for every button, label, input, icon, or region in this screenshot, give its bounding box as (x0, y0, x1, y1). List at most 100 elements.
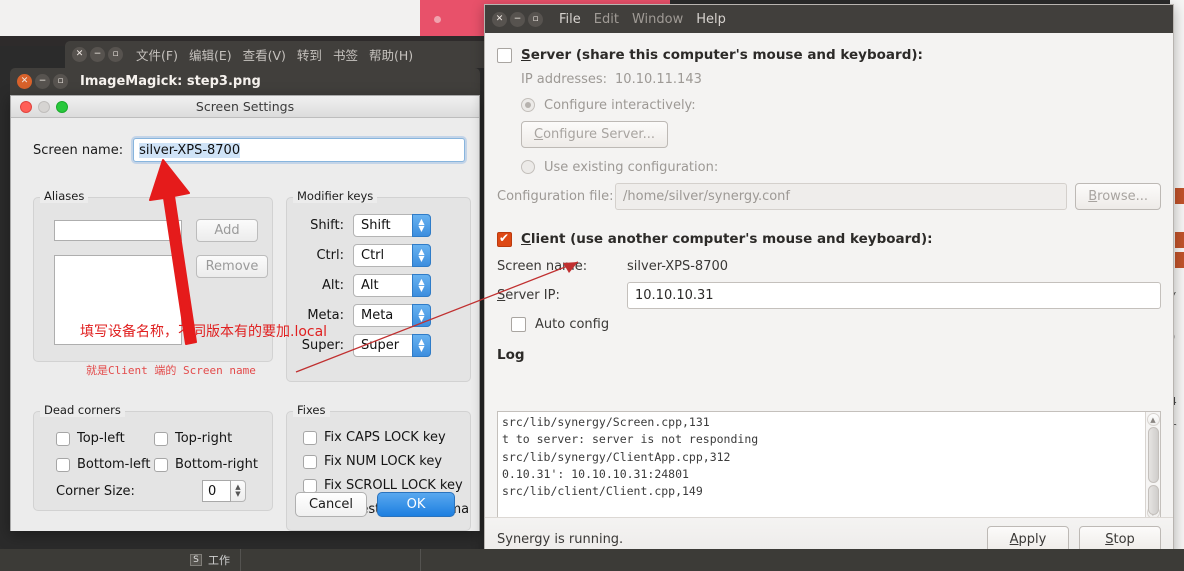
annotation-note-main: 填写设备名称，不同版本有的要加.local (80, 324, 328, 340)
browse-button[interactable]: Browse... (1075, 182, 1161, 210)
configure-server-row: Configure Server... (497, 121, 1161, 148)
maximize-icon[interactable]: ▫ (108, 47, 123, 62)
menu-item-bookmarks[interactable]: 书签 (333, 45, 358, 64)
corner-size-value[interactable]: 0 (202, 480, 231, 502)
checkbox-label: Fix SCROLL LOCK key (324, 478, 463, 493)
checkbox-box[interactable] (154, 457, 168, 472)
minimize-icon[interactable]: − (510, 11, 525, 27)
scroll-thumb-upper[interactable] (1147, 427, 1159, 483)
menu-item-edit[interactable]: Edit (594, 12, 619, 27)
menu-item-help[interactable]: 帮助(H) (369, 45, 413, 64)
close-icon[interactable]: ✕ (17, 74, 32, 89)
synergy-menubar[interactable]: File Edit Window Help (559, 12, 726, 27)
file-manager-titlebar[interactable]: ✕ − ▫ 文件(F) 编辑(E) 查看(V) 转到 书签 帮助(H) (65, 41, 490, 68)
chevron-updown-icon[interactable]: ▲ ▼ (412, 243, 431, 267)
menu-item-help[interactable]: Help (696, 12, 726, 27)
file-manager-menubar[interactable]: 文件(F) 编辑(E) 查看(V) 转到 书签 帮助(H) (136, 45, 413, 64)
client-checkbox-row[interactable]: Client (use another computer's mouse and… (497, 225, 1161, 253)
corner-size-stepper[interactable]: 0 ▲ ▼ (202, 480, 246, 502)
synergy-titlebar[interactable]: ✕ − ▫ File Edit Window Help (485, 5, 1173, 33)
maximize-icon[interactable]: ▫ (528, 11, 543, 27)
chevron-updown-icon[interactable]: ▲ ▼ (412, 213, 431, 237)
modifier-select-ctrl[interactable]: Ctrl ▲ ▼ (353, 243, 431, 267)
checkbox-fix-caps-lock[interactable]: Fix CAPS LOCK key (303, 430, 446, 445)
modifier-select-alt[interactable]: Alt ▲ ▼ (353, 273, 431, 297)
checkbox-box[interactable] (154, 431, 168, 446)
close-icon[interactable]: ✕ (492, 11, 507, 27)
checkbox-label: Top-left (77, 431, 125, 446)
menu-item-go[interactable]: 转到 (297, 45, 322, 64)
checkbox-box[interactable] (303, 454, 317, 469)
ip-addresses-label: IP addresses: (521, 72, 608, 87)
scroll-thumb[interactable] (1147, 485, 1159, 515)
remove-alias-button[interactable]: Remove (196, 255, 268, 278)
taskbar[interactable]: S 工作 (0, 549, 1184, 571)
auto-config-row[interactable]: Auto config (497, 311, 1161, 337)
checkbox-box[interactable] (303, 430, 317, 445)
minimize-icon[interactable]: − (35, 74, 50, 89)
dead-corners-legend: Dead corners (40, 403, 125, 417)
scroll-up-icon[interactable]: ▲ (1146, 413, 1160, 426)
checkbox-fix-scroll-lock[interactable]: Fix SCROLL LOCK key (303, 478, 463, 493)
checkbox-bottom-left[interactable]: Bottom-left (56, 457, 150, 472)
screen-name-input[interactable]: silver-XPS-8700 (133, 138, 465, 162)
checkbox-box[interactable] (56, 431, 70, 446)
config-file-input[interactable]: /home/silver/synergy.conf (615, 182, 1068, 210)
checkbox-label: Bottom-right (175, 457, 258, 472)
screen-settings-titlebar[interactable]: Screen Settings (11, 96, 479, 118)
close-icon[interactable]: ✕ (72, 47, 87, 62)
screen-settings-dialog[interactable]: Screen Settings Screen name: silver-XPS-… (10, 95, 480, 531)
spinner-arrows-icon[interactable]: ▲ ▼ (231, 480, 246, 502)
screen-name-value: silver-XPS-8700 (139, 142, 241, 158)
use-existing-label: Use existing configuration: (544, 159, 719, 175)
radio-button[interactable] (521, 98, 535, 112)
add-alias-button[interactable]: Add (196, 219, 258, 242)
synergy-window[interactable]: ✕ − ▫ File Edit Window Help Server (shar… (484, 4, 1174, 561)
radio-button[interactable] (521, 160, 535, 174)
checkbox-top-right[interactable]: Top-right (154, 431, 232, 446)
checkbox-bottom-right[interactable]: Bottom-right (154, 457, 258, 472)
server-ip-input[interactable]: 10.10.10.31 (627, 281, 1161, 309)
minimize-icon[interactable]: − (90, 47, 105, 62)
log-vertical-scrollbar[interactable]: ▲ ▼ (1145, 412, 1160, 520)
menu-item-view[interactable]: 查看(V) (243, 45, 286, 64)
taskbar-item-work[interactable]: S 工作 (180, 549, 241, 571)
server-ip-label: Server IP: (497, 287, 560, 303)
maximize-icon[interactable]: ▫ (53, 74, 68, 89)
menu-item-file[interactable]: File (559, 12, 581, 27)
configure-server-button[interactable]: Configure Server... (521, 121, 668, 148)
modifier-row-ctrl: Ctrl: Ctrl ▲ ▼ (287, 240, 472, 270)
log-line: src/lib/synergy/ClientApp.cpp,312 (502, 449, 731, 464)
chevron-updown-icon[interactable]: ▲ ▼ (412, 273, 431, 297)
scroll-track[interactable] (1147, 427, 1159, 515)
checkbox-box[interactable] (511, 316, 526, 332)
checkbox-box[interactable] (497, 47, 512, 63)
checkbox-box[interactable] (56, 457, 70, 472)
checkbox-box[interactable] (303, 478, 317, 493)
log-title: Log (497, 347, 525, 363)
alias-input[interactable] (54, 220, 182, 241)
menu-item-edit[interactable]: 编辑(E) (189, 45, 232, 64)
configure-interactively-row[interactable]: Configure interactively: (497, 92, 1161, 118)
chevron-updown-icon[interactable]: ▲ ▼ (412, 333, 431, 357)
stop-button-rest: top (1113, 532, 1135, 547)
menu-item-file[interactable]: 文件(F) (136, 45, 178, 64)
modifier-value-meta: Meta (361, 307, 394, 323)
cancel-button[interactable]: Cancel (295, 492, 367, 517)
menu-item-window[interactable]: Window (632, 12, 683, 27)
checkbox-fix-num-lock[interactable]: Fix NUM LOCK key (303, 454, 442, 469)
use-existing-config-row[interactable]: Use existing configuration: (497, 153, 1161, 181)
checkbox-box[interactable] (497, 231, 512, 247)
imagemagick-titlebar[interactable]: ✕ − ▫ ImageMagick: step3.png (10, 68, 480, 95)
modifier-select-shift[interactable]: Shift ▲ ▼ (353, 213, 431, 237)
checkbox-top-left[interactable]: Top-left (56, 431, 125, 446)
checkbox-label: Fix NUM LOCK key (324, 454, 443, 469)
client-screen-name-value: silver-XPS-8700 (627, 258, 729, 274)
ok-button[interactable]: OK (377, 492, 455, 517)
taskbar-item-empty[interactable] (241, 549, 421, 571)
modifier-select-meta[interactable]: Meta ▲ ▼ (353, 303, 431, 327)
server-checkbox-row[interactable]: Server (share this computer's mouse and … (497, 43, 1161, 67)
corner-size-label: Corner Size: (56, 484, 135, 499)
modifier-select-super[interactable]: Super ▲ ▼ (353, 333, 431, 357)
chevron-updown-icon[interactable]: ▲ ▼ (412, 303, 431, 327)
